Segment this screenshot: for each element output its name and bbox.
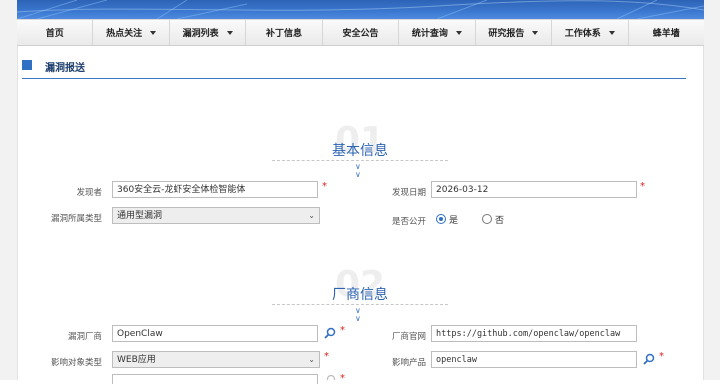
- nav-item-label: 漏洞列表: [182, 29, 219, 39]
- browser-viewport: 首页 热点关注 漏洞列表 补丁信息 安全公告 统计查询 研究报告 工作体系 蜂羊墙 漏洞报送 0…: [0, 0, 720, 384]
- banner-decoration: [17, 0, 704, 19]
- required-mark: *: [340, 373, 345, 384]
- nav-item-label: 补丁信息: [266, 29, 303, 39]
- discovery-date-field[interactable]: 2026-03-12: [431, 181, 637, 198]
- nav-item-1[interactable]: 热点关注: [93, 20, 170, 45]
- nav-item-label: 蜂羊墙: [652, 29, 680, 39]
- nav-item-5[interactable]: 统计查询: [399, 20, 476, 45]
- public-yes-radio[interactable]: [436, 214, 446, 224]
- nav-item-0[interactable]: 首页: [17, 20, 94, 45]
- nav-item-label: 首页: [45, 29, 64, 39]
- section-divider: [272, 160, 448, 161]
- magnifier-icon[interactable]: [324, 327, 336, 339]
- public-no-label: 否: [495, 216, 505, 226]
- vuln-type-select[interactable]: 通用型漏洞 ⌄: [112, 207, 320, 224]
- caret-down-icon: ⌄: [308, 211, 315, 220]
- vendor-website-label: 厂商官网: [391, 332, 426, 342]
- public-no-radio[interactable]: [482, 214, 492, 224]
- site-banner: [17, 0, 704, 19]
- vendor-field[interactable]: OpenClaw: [112, 325, 318, 342]
- required-mark: *: [659, 351, 664, 362]
- nav-item-4[interactable]: 安全公告: [323, 20, 400, 45]
- discovery-date-label: 发现日期: [391, 188, 426, 198]
- left-gutter: [0, 0, 18, 380]
- section-title: 基本信息: [332, 143, 388, 159]
- caret-down-icon: [532, 30, 539, 35]
- right-gutter: [703, 0, 720, 380]
- nav-item-2[interactable]: 漏洞列表: [170, 20, 247, 45]
- discoverer-field[interactable]: 360安全云-龙虾安全体检智能体: [112, 181, 318, 198]
- double-chevron-down-icon: ∨ ∨: [355, 162, 361, 179]
- vendor-website-field[interactable]: https://github.com/openclaw/openclaw: [431, 325, 637, 342]
- public-yes-label: 是: [449, 216, 459, 226]
- nav-item-7[interactable]: 工作体系: [552, 20, 629, 45]
- required-mark: *: [324, 351, 329, 362]
- caret-down-icon: [226, 30, 233, 35]
- magnifier-icon[interactable]: [324, 374, 336, 380]
- main-navigation: 首页 热点关注 漏洞列表 补丁信息 安全公告 统计查询 研究报告 工作体系 蜂羊墙: [17, 19, 704, 46]
- section-title: 厂商信息: [332, 287, 388, 303]
- page-title: 漏洞报送: [45, 63, 85, 74]
- affected-product-label: 影响产品: [391, 358, 426, 368]
- nav-item-3[interactable]: 补丁信息: [246, 20, 323, 45]
- required-mark: *: [340, 325, 345, 336]
- caret-down-icon: [150, 30, 157, 35]
- caret-down-icon: [608, 30, 615, 35]
- nav-item-6[interactable]: 研究报告: [476, 20, 553, 45]
- caret-down-icon: ⌄: [308, 355, 315, 364]
- affected-product-field[interactable]: openclaw: [431, 351, 637, 368]
- vendor-label: 漏洞厂商: [67, 332, 102, 342]
- magnifier-icon[interactable]: [643, 353, 655, 365]
- page-header: 漏洞报送: [22, 58, 686, 79]
- nav-item-label: 工作体系: [564, 29, 601, 39]
- nav-item-8[interactable]: 蜂羊墙: [629, 20, 704, 45]
- nav-item-label: 安全公告: [342, 29, 379, 39]
- required-mark: *: [322, 181, 327, 192]
- target-type-value: WEB应用: [117, 355, 156, 365]
- is-public-label: 是否公开: [391, 217, 426, 227]
- target-type-select[interactable]: WEB应用 ⌄: [112, 351, 320, 368]
- nav-item-label: 统计查询: [411, 29, 448, 39]
- header-marker: [22, 60, 32, 70]
- section-divider: [272, 304, 448, 305]
- vuln-type-label: 漏洞所属类型: [50, 214, 102, 224]
- vuln-type-value: 通用型漏洞: [117, 211, 163, 221]
- next-row-field[interactable]: [112, 374, 318, 384]
- required-mark: *: [640, 181, 645, 192]
- nav-item-label: 研究报告: [488, 29, 525, 39]
- discoverer-label: 发现者: [76, 188, 102, 198]
- double-chevron-down-icon: ∨ ∨: [355, 306, 361, 323]
- target-type-label: 影响对象类型: [50, 358, 102, 368]
- caret-down-icon: [455, 30, 462, 35]
- nav-item-label: 热点关注: [106, 29, 143, 39]
